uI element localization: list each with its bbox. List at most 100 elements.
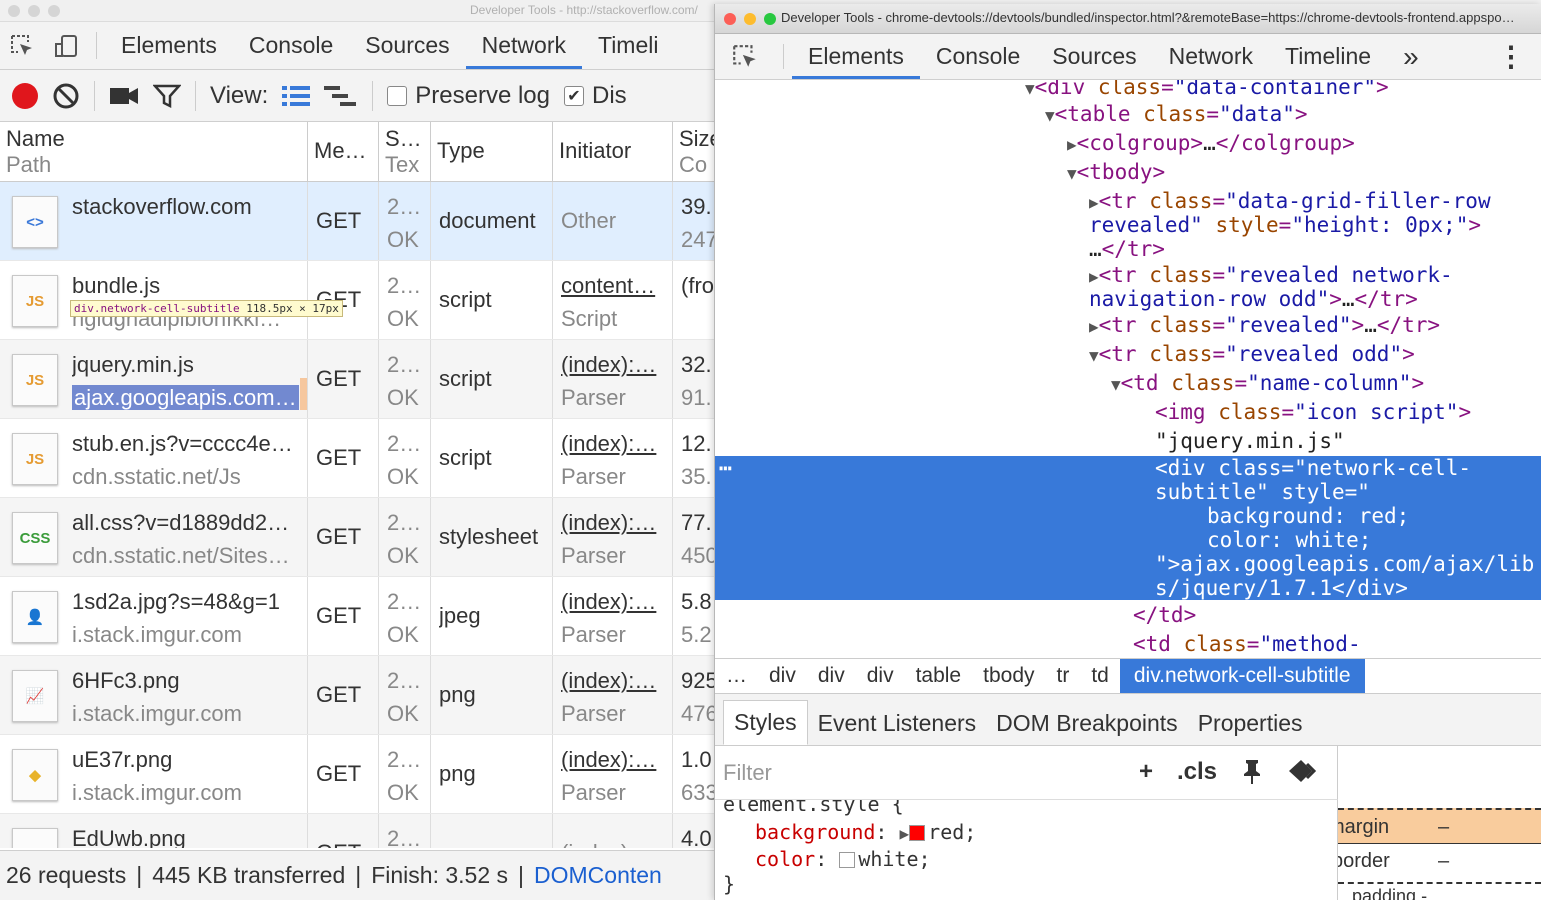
- menu-kebab-icon[interactable]: ⋮: [1481, 34, 1541, 79]
- dom-line[interactable]: <td class="method-: [1133, 632, 1361, 656]
- dom-line[interactable]: ▼<td class="name-column">: [1111, 371, 1424, 397]
- breadcrumb-item[interactable]: div: [758, 659, 807, 693]
- inspect-cursor-icon[interactable]: [715, 34, 775, 79]
- style-rule-color[interactable]: color: white;: [755, 847, 931, 871]
- dom-line[interactable]: <img class="icon script">: [1155, 400, 1471, 424]
- preserve-log-checkbox[interactable]: [387, 85, 408, 106]
- tab-sources[interactable]: Sources: [349, 22, 465, 69]
- breadcrumb-item[interactable]: td: [1080, 659, 1120, 693]
- breadcrumb-item[interactable]: …: [715, 659, 758, 693]
- expand-arrow-icon[interactable]: ▶: [900, 824, 910, 843]
- tab-sources[interactable]: Sources: [1036, 34, 1152, 79]
- video-capture-icon[interactable]: [109, 85, 139, 107]
- tab-timeline[interactable]: Timeli: [582, 22, 674, 69]
- cell-name: 📈 6HFc3.png i.stack.imgur.com: [0, 656, 308, 734]
- dom-line[interactable]: ▼<table class="data">: [1045, 102, 1308, 128]
- cell-size: (fro: [673, 261, 714, 339]
- col-name[interactable]: Name Path: [0, 122, 308, 181]
- dom-line[interactable]: ▶<colgroup>…</colgroup>: [1067, 131, 1355, 157]
- col-size[interactable]: SizeCo: [673, 122, 714, 181]
- style-rule-background[interactable]: background: ▶ red;: [755, 820, 976, 844]
- disable-cache-checkbox[interactable]: ✔: [564, 85, 584, 106]
- tab-network[interactable]: Network: [465, 22, 583, 69]
- zoom-dot[interactable]: [48, 5, 60, 17]
- clear-icon[interactable]: [52, 82, 80, 110]
- cell-method: GET: [308, 340, 379, 418]
- table-row[interactable]: ● EdUwb.png GET 2… png (index):… 4.0: [0, 814, 714, 848]
- table-row[interactable]: 📈 6HFc3.png i.stack.imgur.com GET 2… OK p…: [0, 656, 714, 735]
- new-style-rule-icon[interactable]: +: [1139, 758, 1153, 791]
- selected-dom-node[interactable]: ⋯ <div class="network-cell- subtitle" st…: [715, 456, 1541, 600]
- request-count: 26 requests: [6, 862, 127, 888]
- close-button[interactable]: [724, 13, 736, 25]
- table-row[interactable]: <> stackoverflow.com GET 2… OK document O…: [0, 182, 714, 261]
- pin-icon[interactable]: [1241, 758, 1263, 791]
- tab-styles[interactable]: Styles: [723, 700, 808, 745]
- grid-rows: <> stackoverflow.com GET 2… OK document O…: [0, 182, 714, 848]
- cls-button[interactable]: .cls: [1177, 758, 1217, 791]
- table-row[interactable]: CSS all.css?v=d1889dd2… cdn.sstatic.net/…: [0, 498, 714, 577]
- tab-console[interactable]: Console: [920, 34, 1036, 79]
- tab-properties[interactable]: Properties: [1188, 702, 1313, 745]
- breadcrumb-item[interactable]: div: [856, 659, 905, 693]
- dom-line[interactable]: ▶<tr class="revealed">…</tr>: [1089, 313, 1440, 339]
- breadcrumb-item[interactable]: tbody: [972, 659, 1045, 693]
- dom-line[interactable]: ▼<tbody>: [1067, 160, 1165, 186]
- view-label: View:: [210, 81, 269, 109]
- record-icon[interactable]: [12, 82, 38, 109]
- tab-network[interactable]: Network: [1153, 34, 1269, 79]
- tab-elements[interactable]: Elements: [792, 34, 920, 79]
- dom-line[interactable]: "jquery.min.js": [1155, 429, 1345, 453]
- dom-line[interactable]: ▼<div class="data-container">: [1025, 80, 1389, 101]
- ellipsis-icon[interactable]: ⋯: [719, 456, 732, 480]
- large-rows-icon[interactable]: [282, 85, 311, 107]
- color-swatch[interactable]: [909, 825, 926, 841]
- minimize-button[interactable]: [744, 13, 756, 25]
- tab-dom-breakpoints[interactable]: DOM Breakpoints: [986, 702, 1188, 745]
- tab-event-listeners[interactable]: Event Listeners: [808, 702, 987, 745]
- breadcrumb-item[interactable]: div.network-cell-subtitle: [1119, 659, 1365, 693]
- col-method[interactable]: Me…: [308, 122, 379, 181]
- cell-method: GET: [308, 419, 379, 497]
- tab-elements[interactable]: Elements: [105, 22, 233, 69]
- device-mode-icon[interactable]: [44, 22, 88, 69]
- breadcrumb-item[interactable]: div: [807, 659, 856, 693]
- divider: [96, 32, 97, 59]
- cell-size: 12. 35.: [673, 419, 714, 497]
- dom-line[interactable]: </td>: [1133, 603, 1196, 627]
- close-dot[interactable]: [8, 5, 20, 17]
- color-swatch[interactable]: [839, 852, 856, 868]
- table-row[interactable]: 👤 1sd2a.jpg?s=48&g=1 i.stack.imgur.com G…: [0, 577, 714, 656]
- dom-line[interactable]: ▶<tr class="data-grid-filler-row: [1089, 189, 1491, 215]
- dom-line[interactable]: ▼<tr class="revealed odd">: [1089, 342, 1415, 368]
- table-row[interactable]: ◆ uE37r.png i.stack.imgur.com GET 2… OK p…: [0, 735, 714, 814]
- more-tabs-icon[interactable]: »: [1387, 34, 1435, 79]
- breadcrumb-item[interactable]: table: [905, 659, 973, 693]
- waterfall-icon[interactable]: [324, 85, 358, 107]
- inspect-cursor-icon[interactable]: [0, 22, 44, 69]
- col-status[interactable]: S… Tex: [379, 122, 431, 181]
- file-type-icon: 📈: [12, 670, 58, 722]
- col-initiator[interactable]: Initiator: [553, 122, 673, 181]
- col-type[interactable]: Type: [431, 122, 553, 181]
- cell-initiator: (index):… Parser: [553, 735, 673, 813]
- table-row[interactable]: JS stub.en.js?v=cccc4e… cdn.sstatic.net/…: [0, 419, 714, 498]
- cell-status: 2…: [379, 814, 431, 848]
- filter-icon[interactable]: [153, 83, 181, 109]
- window-controls: [8, 5, 60, 17]
- dom-line[interactable]: ▶<tr class="revealed network-: [1089, 263, 1453, 289]
- cell-name: ◆ uE37r.png i.stack.imgur.com: [0, 735, 308, 813]
- table-row[interactable]: JS jquery.min.js ajax.googleapis.com… GE…: [0, 340, 714, 419]
- cell-name: 👤 1sd2a.jpg?s=48&g=1 i.stack.imgur.com: [0, 577, 308, 655]
- tab-timeline[interactable]: Timeline: [1269, 34, 1387, 79]
- cell-size: 4.0: [673, 814, 714, 848]
- zoom-button[interactable]: [764, 13, 776, 25]
- tab-console[interactable]: Console: [233, 22, 349, 69]
- divider: [372, 80, 374, 111]
- breadcrumb-item[interactable]: tr: [1046, 659, 1081, 693]
- styles-filter-input[interactable]: Filter + .cls: [715, 746, 1338, 800]
- minimize-dot[interactable]: [28, 5, 40, 17]
- element-state-icon[interactable]: [1287, 758, 1321, 791]
- element-tooltip: div.network-cell-subtitle 118.5px × 17px: [70, 300, 343, 317]
- cell-status: 2… OK: [379, 419, 431, 497]
